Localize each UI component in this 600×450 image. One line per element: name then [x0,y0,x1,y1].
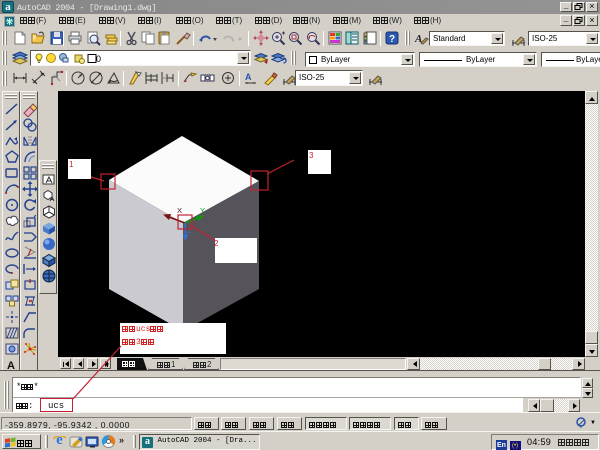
svg-text:?: ? [389,34,395,45]
svg-text:1: 1 [69,160,74,169]
svg-text:A: A [245,72,252,82]
svg-text:Y: Y [200,206,205,215]
svg-text:2: 2 [214,239,219,248]
svg-text:X: X [177,206,182,215]
svg-text:3: 3 [309,151,314,160]
